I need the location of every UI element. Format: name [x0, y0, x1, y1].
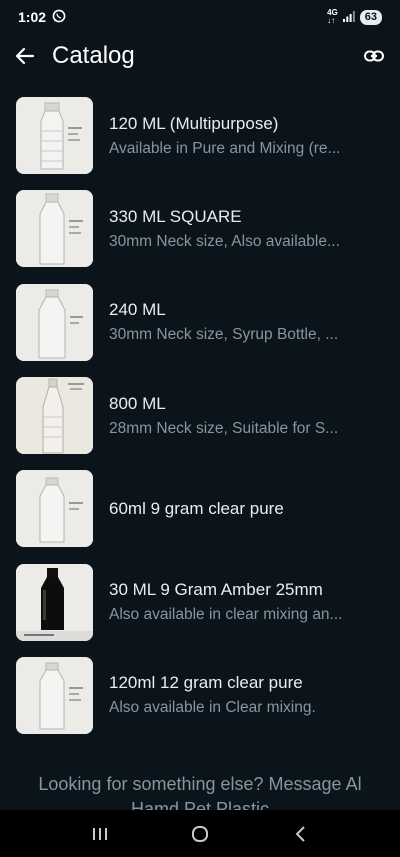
arrow-back-icon[interactable]	[14, 45, 36, 67]
item-name: 120 ML (Multipurpose)	[109, 113, 279, 133]
catalog-item[interactable]: 800 ML 28mm Neck size, Suitable for S...	[0, 369, 400, 462]
item-name: 30 ML 9 Gram Amber 25mm	[109, 580, 323, 600]
status-bar: 1:02 4G ↓↑ 63	[0, 0, 400, 34]
network-indicator: 4G ↓↑	[327, 8, 338, 25]
item-name: 240 ML	[109, 300, 166, 320]
product-image	[16, 97, 93, 175]
battery-indicator: 63	[359, 9, 382, 25]
nav-back-icon[interactable]	[280, 814, 320, 854]
status-left: 1:02	[18, 9, 66, 26]
product-image	[16, 190, 93, 268]
recents-icon[interactable]	[80, 814, 120, 854]
product-image	[16, 563, 93, 641]
item-description: Available in Pure and Mixing (re...	[109, 139, 341, 157]
signal-icon	[342, 10, 355, 24]
item-description: Also available in clear mixing an...	[109, 606, 343, 624]
catalog-item[interactable]: 120ml 12 gram clear pure Also available …	[0, 649, 400, 742]
status-time: 1:02	[18, 9, 47, 25]
item-description: 30mm Neck size, Also available...	[109, 232, 340, 250]
item-name: 800 ML	[109, 393, 166, 413]
item-name: 120ml 12 gram clear pure	[109, 673, 303, 693]
item-description: Also available in Clear mixing.	[109, 699, 316, 717]
catalog-item[interactable]: 120 ML (Multipurpose) Available in Pure …	[0, 89, 400, 182]
page-title: Catalog	[52, 42, 135, 69]
item-name: 330 ML SQUARE	[109, 206, 242, 226]
catalog-item[interactable]: 30 ML 9 Gram Amber 25mm Also available i…	[0, 555, 400, 648]
item-description: 28mm Neck size, Suitable for S...	[109, 419, 339, 437]
whatsapp-icon	[52, 9, 66, 26]
product-image	[16, 283, 93, 361]
item-description: 30mm Neck size, Syrup Bottle, ...	[109, 326, 339, 344]
product-image	[16, 377, 93, 455]
app-bar: Catalog	[0, 34, 400, 78]
product-image	[16, 656, 93, 734]
system-nav-bar	[0, 810, 400, 857]
catalog-item[interactable]: 330 ML SQUARE 30mm Neck size, Also avail…	[0, 182, 400, 275]
catalog-item[interactable]: 240 ML 30mm Neck size, Syrup Bottle, ...	[0, 276, 400, 369]
link-icon[interactable]	[362, 44, 386, 68]
home-icon[interactable]	[180, 814, 220, 854]
status-right: 4G ↓↑ 63	[327, 9, 382, 25]
product-image	[16, 470, 93, 548]
catalog-item[interactable]: 60ml 9 gram clear pure	[0, 462, 400, 555]
message-business-prompt[interactable]: Looking for something else? Message Al H…	[0, 772, 400, 810]
catalog-list: 120 ML (Multipurpose) Available in Pure …	[0, 89, 400, 742]
item-name: 60ml 9 gram clear pure	[109, 498, 284, 518]
